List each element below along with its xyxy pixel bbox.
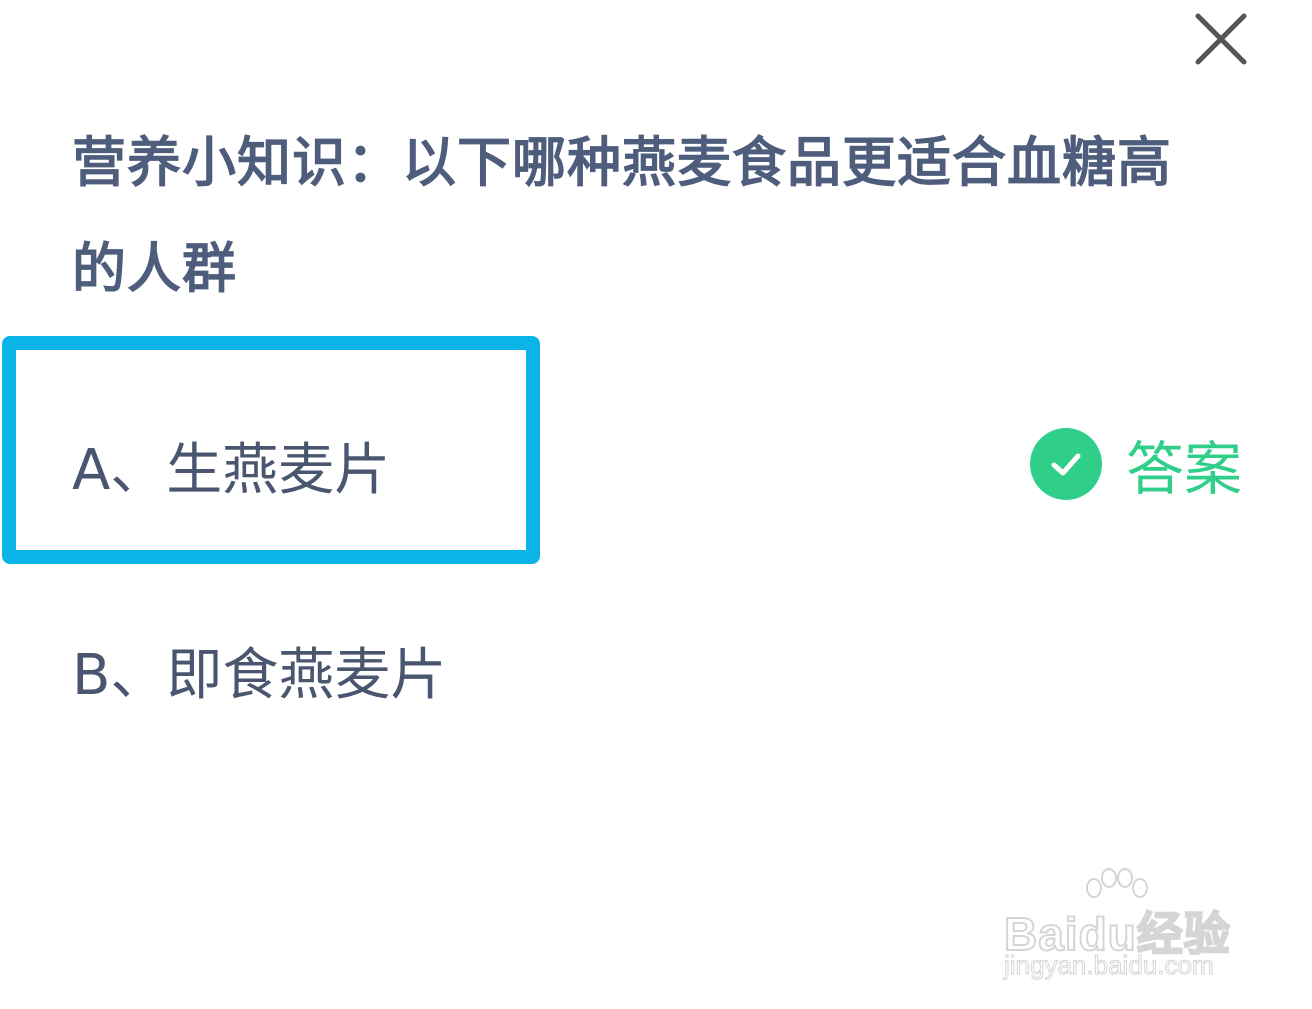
question-title: 营养小知识：以下哪种燕麦食品更适合血糖高的人群 xyxy=(72,131,1172,300)
quiz-dialog: 营养小知识：以下哪种燕麦食品更适合血糖高的人群 A、生燕麦片 答案 B、即食燕麦… xyxy=(0,0,1312,1009)
check-circle-icon xyxy=(1030,428,1102,500)
answer-button[interactable]: 答案 xyxy=(1030,422,1242,506)
close-icon xyxy=(1195,13,1247,65)
option-a[interactable]: A、生燕麦片 xyxy=(72,425,390,506)
close-button[interactable] xyxy=(1190,8,1252,70)
option-b[interactable]: B、即食燕麦片 xyxy=(72,630,446,711)
watermark-url: jingyan.baidu.com xyxy=(1004,950,1215,981)
answer-label: 答案 xyxy=(1126,435,1243,503)
baidu-jingyan-watermark: Baidu经验 jingyan.baidu.com xyxy=(1000,868,1250,988)
